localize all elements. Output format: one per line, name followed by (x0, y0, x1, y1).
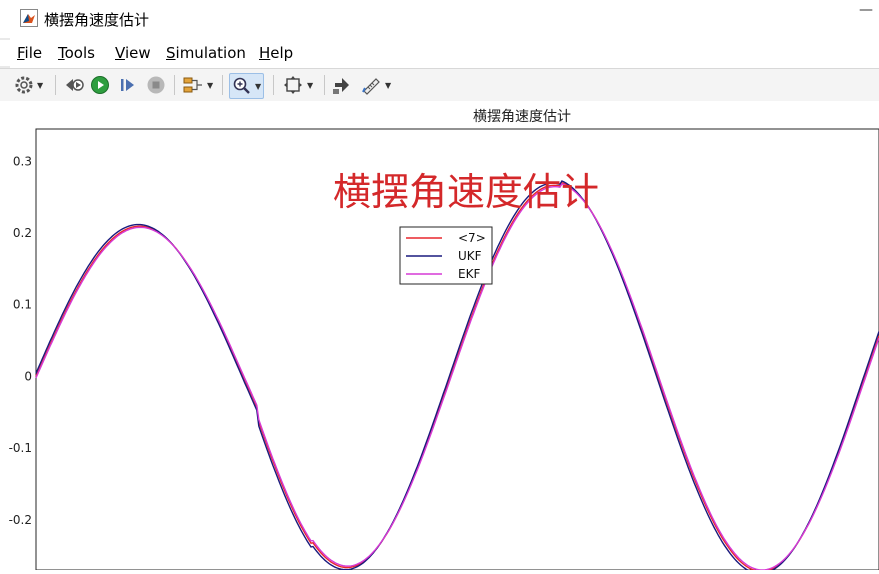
cursor-measure-button[interactable]: ▼ (360, 73, 391, 97)
toolbar-separator (222, 75, 223, 95)
run-button[interactable] (90, 73, 110, 97)
y-tick-label: 0.2 (13, 226, 32, 240)
zoom-button[interactable]: ▼ (229, 73, 265, 99)
toolbar-separator (273, 75, 274, 95)
step-forward-button[interactable] (118, 73, 138, 97)
toolbar-separator (174, 75, 175, 95)
signal-selector-button[interactable]: ▼ (182, 73, 213, 97)
legend-label: EKF (458, 267, 480, 281)
highlight-block-icon (333, 78, 349, 94)
signal-selector-icon (183, 77, 202, 93)
toolbar-separator (324, 75, 325, 95)
yaw-rate-chart[interactable]: 横摆角速度估计 -0.2 -0.1 0 0.1 0.2 0.3 横摆角速度估计 <7> UK… (0, 101, 879, 574)
cursor-measure-icon (362, 78, 380, 95)
y-tick-label: -0.1 (9, 441, 32, 455)
settings-button[interactable]: ▼ (14, 73, 43, 97)
fit-to-view-button[interactable]: ▼ (282, 73, 313, 97)
step-back-button[interactable] (63, 73, 85, 97)
menu-simulation[interactable]: Simulation (166, 44, 246, 62)
chevron-down-icon: ▼ (37, 80, 44, 90)
y-tick-labels: -0.2 -0.1 0 0.1 0.2 0.3 (9, 154, 32, 527)
window-titlebar: 横摆角速度估计 — (0, 0, 879, 38)
menu-tools[interactable]: Tools (58, 44, 95, 62)
matlab-app-icon (20, 9, 38, 27)
annotation-text: 横摆角速度估计 (333, 170, 599, 214)
toolbar-separator (55, 75, 56, 95)
chevron-down-icon: ▼ (255, 81, 262, 91)
fit-to-view-icon (284, 76, 302, 94)
step-forward-icon (121, 79, 134, 91)
y-tick-label: 0 (24, 369, 32, 383)
chevron-down-icon: ▼ (307, 80, 314, 90)
menu-file[interactable]: File (17, 44, 42, 62)
stop-button[interactable] (146, 73, 166, 97)
stop-icon (147, 76, 165, 94)
run-icon (91, 76, 109, 94)
chart-legend[interactable]: <7> UKF EKF (399, 226, 493, 285)
scope-plot-area: 横摆角速度估计 -0.2 -0.1 0 0.1 0.2 0.3 横摆角速度估计 <7> UK… (0, 101, 879, 574)
minimize-button[interactable]: — (859, 2, 875, 18)
menu-help[interactable]: Help (259, 44, 293, 62)
step-back-icon (66, 79, 84, 91)
legend-label: UKF (458, 249, 482, 263)
toolbar: ▼ ▼ ▼ ▼ ▼ (0, 68, 879, 102)
menu-bar: File Tools View Simulation Help (0, 40, 879, 66)
window-title: 横摆角速度估计 (44, 11, 150, 29)
chevron-down-icon: ▼ (207, 80, 214, 90)
highlight-block-button[interactable] (332, 73, 352, 97)
zoom-in-icon (233, 77, 250, 94)
settings-icon (15, 76, 33, 94)
chart-title: 横摆角速度估计 (473, 109, 571, 125)
menu-view[interactable]: View (115, 44, 151, 62)
y-tick-label: 0.3 (13, 154, 32, 168)
y-tick-label: 0.1 (13, 298, 32, 312)
y-tick-label: -0.2 (9, 513, 32, 527)
chevron-down-icon: ▼ (385, 80, 392, 90)
legend-label: <7> (458, 231, 486, 245)
